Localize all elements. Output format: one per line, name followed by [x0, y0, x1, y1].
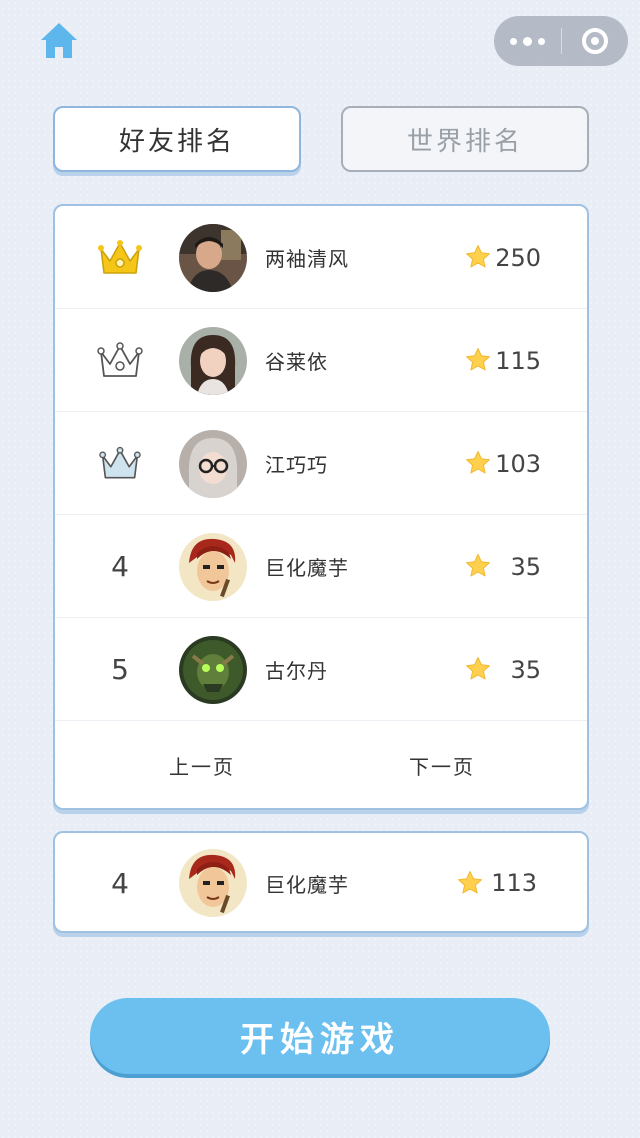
more-icon [507, 36, 548, 46]
start-game-button[interactable]: 开始游戏 [90, 998, 550, 1074]
my-rank-card: 4 巨化魔芋 113 [53, 831, 589, 933]
rank-1-badge [95, 206, 145, 309]
star-icon [466, 554, 490, 577]
leaderboard-row: 4 巨化魔芋 35 [55, 515, 587, 618]
rank-3-badge [95, 412, 145, 515]
player-name: 巨化魔芋 [265, 872, 349, 897]
player-name: 巨化魔芋 [265, 556, 349, 580]
home-icon [41, 23, 77, 58]
leaderboard-row: 两袖清风 250 [55, 206, 587, 309]
avatar [179, 533, 247, 601]
rank-number: 4 [111, 866, 129, 900]
player-name: 江巧巧 [265, 453, 328, 477]
leaderboard-row: 谷莱依 115 [55, 309, 587, 412]
crown-gold-icon [98, 239, 142, 274]
prev-page-button[interactable]: 上一页 [169, 751, 235, 780]
close-target-icon [581, 28, 608, 54]
close-button[interactable] [562, 16, 629, 66]
player-score: 35 [510, 655, 541, 684]
player-score: 113 [491, 869, 537, 897]
rank-number: 5 [111, 653, 129, 686]
rank-number: 4 [111, 550, 129, 583]
rank-2-badge [95, 309, 145, 412]
star-icon [458, 871, 482, 894]
player-score: 103 [495, 449, 541, 478]
avatar [179, 327, 247, 395]
player-score: 115 [495, 346, 541, 375]
avatar [179, 636, 247, 704]
player-name: 两袖清风 [265, 247, 349, 271]
tab-world-ranking[interactable]: 世界排名 [341, 106, 589, 172]
player-name: 谷莱依 [265, 350, 328, 374]
player-name: 古尔丹 [265, 659, 328, 683]
leaderboard-row: 江巧巧 103 [55, 412, 587, 515]
pagination: 上一页 下一页 [55, 721, 587, 808]
crown-blue-icon [99, 446, 141, 479]
avatar [179, 224, 247, 292]
next-page-button[interactable]: 下一页 [409, 751, 475, 780]
leaderboard-row: 5 古尔丹 35 [55, 618, 587, 721]
avatar [179, 849, 247, 917]
avatar [179, 430, 247, 498]
mini-program-capsule [494, 16, 628, 66]
star-icon [466, 657, 490, 680]
crown-outline-icon [97, 341, 143, 377]
leaderboard-panel: 两袖清风 250 谷莱依 115 江巧巧 103 4 巨化魔芋 35 5 古尔丹… [53, 204, 589, 810]
star-icon [466, 451, 490, 474]
star-icon [466, 245, 490, 268]
star-icon [466, 348, 490, 371]
more-button[interactable] [494, 16, 561, 66]
player-score: 35 [510, 552, 541, 581]
player-score: 250 [495, 243, 541, 272]
home-button[interactable] [38, 20, 80, 62]
tab-friends-ranking[interactable]: 好友排名 [53, 106, 301, 172]
